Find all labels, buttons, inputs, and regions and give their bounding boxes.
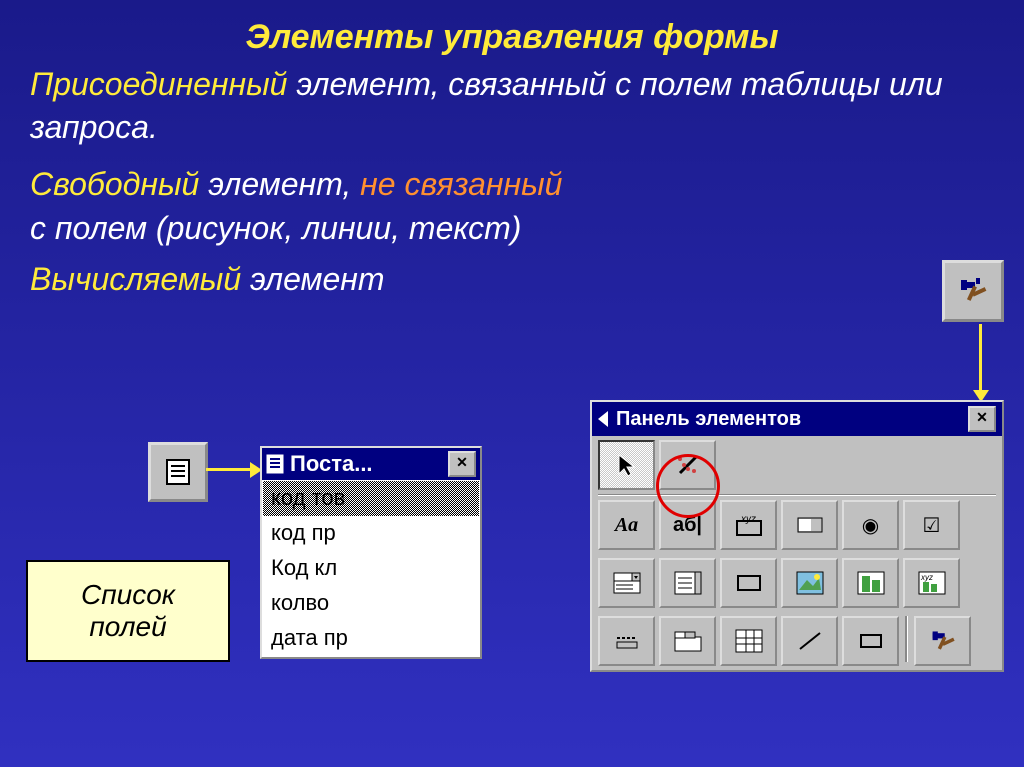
bound-object-tool[interactable]: xyz (903, 558, 960, 608)
svg-text:xyz: xyz (740, 514, 756, 525)
button-tool[interactable] (720, 558, 777, 608)
hammer-icon (958, 276, 988, 306)
group-icon: xyz (733, 511, 765, 539)
not-bound-label: не связанный (360, 166, 562, 202)
combobox-tool[interactable] (598, 558, 655, 608)
check-icon: ☑ (923, 513, 941, 538)
tool-row-2: Aa аб| xyz ◉ ☑ (592, 496, 1002, 554)
toggle-icon (796, 514, 824, 536)
arrow-to-fieldlist (206, 468, 254, 471)
bound-element-label: Присоединенный (30, 66, 287, 102)
close-button[interactable]: ✕ (448, 451, 476, 477)
pointer-tool[interactable] (598, 440, 655, 490)
calc-element-label: Вычисляемый (30, 261, 250, 297)
close-button[interactable]: ✕ (968, 406, 996, 432)
free-element-label: Свободный (30, 166, 199, 202)
toggle-tool[interactable] (781, 500, 838, 550)
page-title: Элементы управления формы (0, 0, 1024, 57)
label-icon: Aa (615, 514, 638, 537)
hammer-icon (930, 628, 956, 654)
fields-label-line2: полей (28, 611, 228, 643)
group-tool[interactable]: xyz (720, 500, 777, 550)
tab-icon (673, 629, 703, 653)
list-icon (673, 570, 703, 596)
list-item[interactable]: Код кл (263, 551, 479, 586)
calc-element-rest: элемент (250, 261, 385, 297)
button-icon (735, 572, 763, 594)
image-icon (795, 570, 825, 596)
list-item[interactable]: код пр (263, 516, 479, 551)
unbound-object-icon (856, 570, 886, 596)
highlight-circle (656, 454, 720, 518)
unbound-object-tool[interactable] (842, 558, 899, 608)
line-tool[interactable] (781, 616, 838, 666)
toolbox-title: Панель элементов (616, 408, 968, 431)
intro-text: Присоединенный элемент, связанный с поле… (30, 63, 994, 301)
tab-tool[interactable] (659, 616, 716, 666)
list-item[interactable]: код тов (263, 481, 479, 516)
arrow-to-toolbox (979, 324, 982, 394)
list-item[interactable]: дата пр (263, 621, 479, 656)
checkbox-tool[interactable]: ☑ (903, 500, 960, 550)
tool-row-1 (592, 436, 1002, 494)
image-tool[interactable] (781, 558, 838, 608)
combo-icon (611, 569, 643, 597)
field-list-items[interactable]: код тов код пр Код кл колво дата пр (262, 480, 480, 657)
option-tool[interactable]: ◉ (842, 500, 899, 550)
document-lines-icon (266, 454, 284, 474)
tool-row-4 (592, 612, 1002, 670)
field-list-button[interactable] (148, 442, 208, 502)
toolbox-toggle-button[interactable] (942, 260, 1004, 322)
separator (905, 616, 908, 662)
document-lines-icon (165, 458, 191, 486)
more-tools[interactable] (914, 616, 971, 666)
subform-icon (734, 628, 764, 654)
free-element-word: элемент, (199, 166, 360, 202)
list-item[interactable]: колво (263, 586, 479, 621)
free-element-desc: с полем (рисунок, линии, текст) (30, 207, 994, 250)
pagebreak-tool[interactable] (598, 616, 655, 666)
pagebreak-icon (613, 630, 641, 652)
option-icon: ◉ (862, 513, 879, 538)
rectangle-tool[interactable] (842, 616, 899, 666)
bound-object-icon: xyz (917, 570, 947, 596)
toolbox-panel[interactable]: Панель элементов ✕ Aa аб| (590, 400, 1004, 672)
triangle-icon (598, 411, 608, 427)
field-list-titlebar[interactable]: Поста... ✕ (262, 448, 480, 480)
fields-label-box: Список полей (26, 560, 230, 662)
pointer-icon (616, 452, 638, 478)
rect-icon (857, 630, 885, 652)
listbox-tool[interactable] (659, 558, 716, 608)
field-list-title: Поста... (290, 451, 448, 477)
svg-text:xyz: xyz (920, 573, 933, 582)
label-tool[interactable]: Aa (598, 500, 655, 550)
line-icon (796, 629, 824, 653)
tool-row-3: xyz (592, 554, 1002, 612)
toolbox-titlebar[interactable]: Панель элементов ✕ (592, 402, 1002, 436)
field-list-window[interactable]: Поста... ✕ код тов код пр Код кл колво д… (260, 446, 482, 659)
subform-tool[interactable] (720, 616, 777, 666)
fields-label-line1: Список (28, 579, 228, 611)
